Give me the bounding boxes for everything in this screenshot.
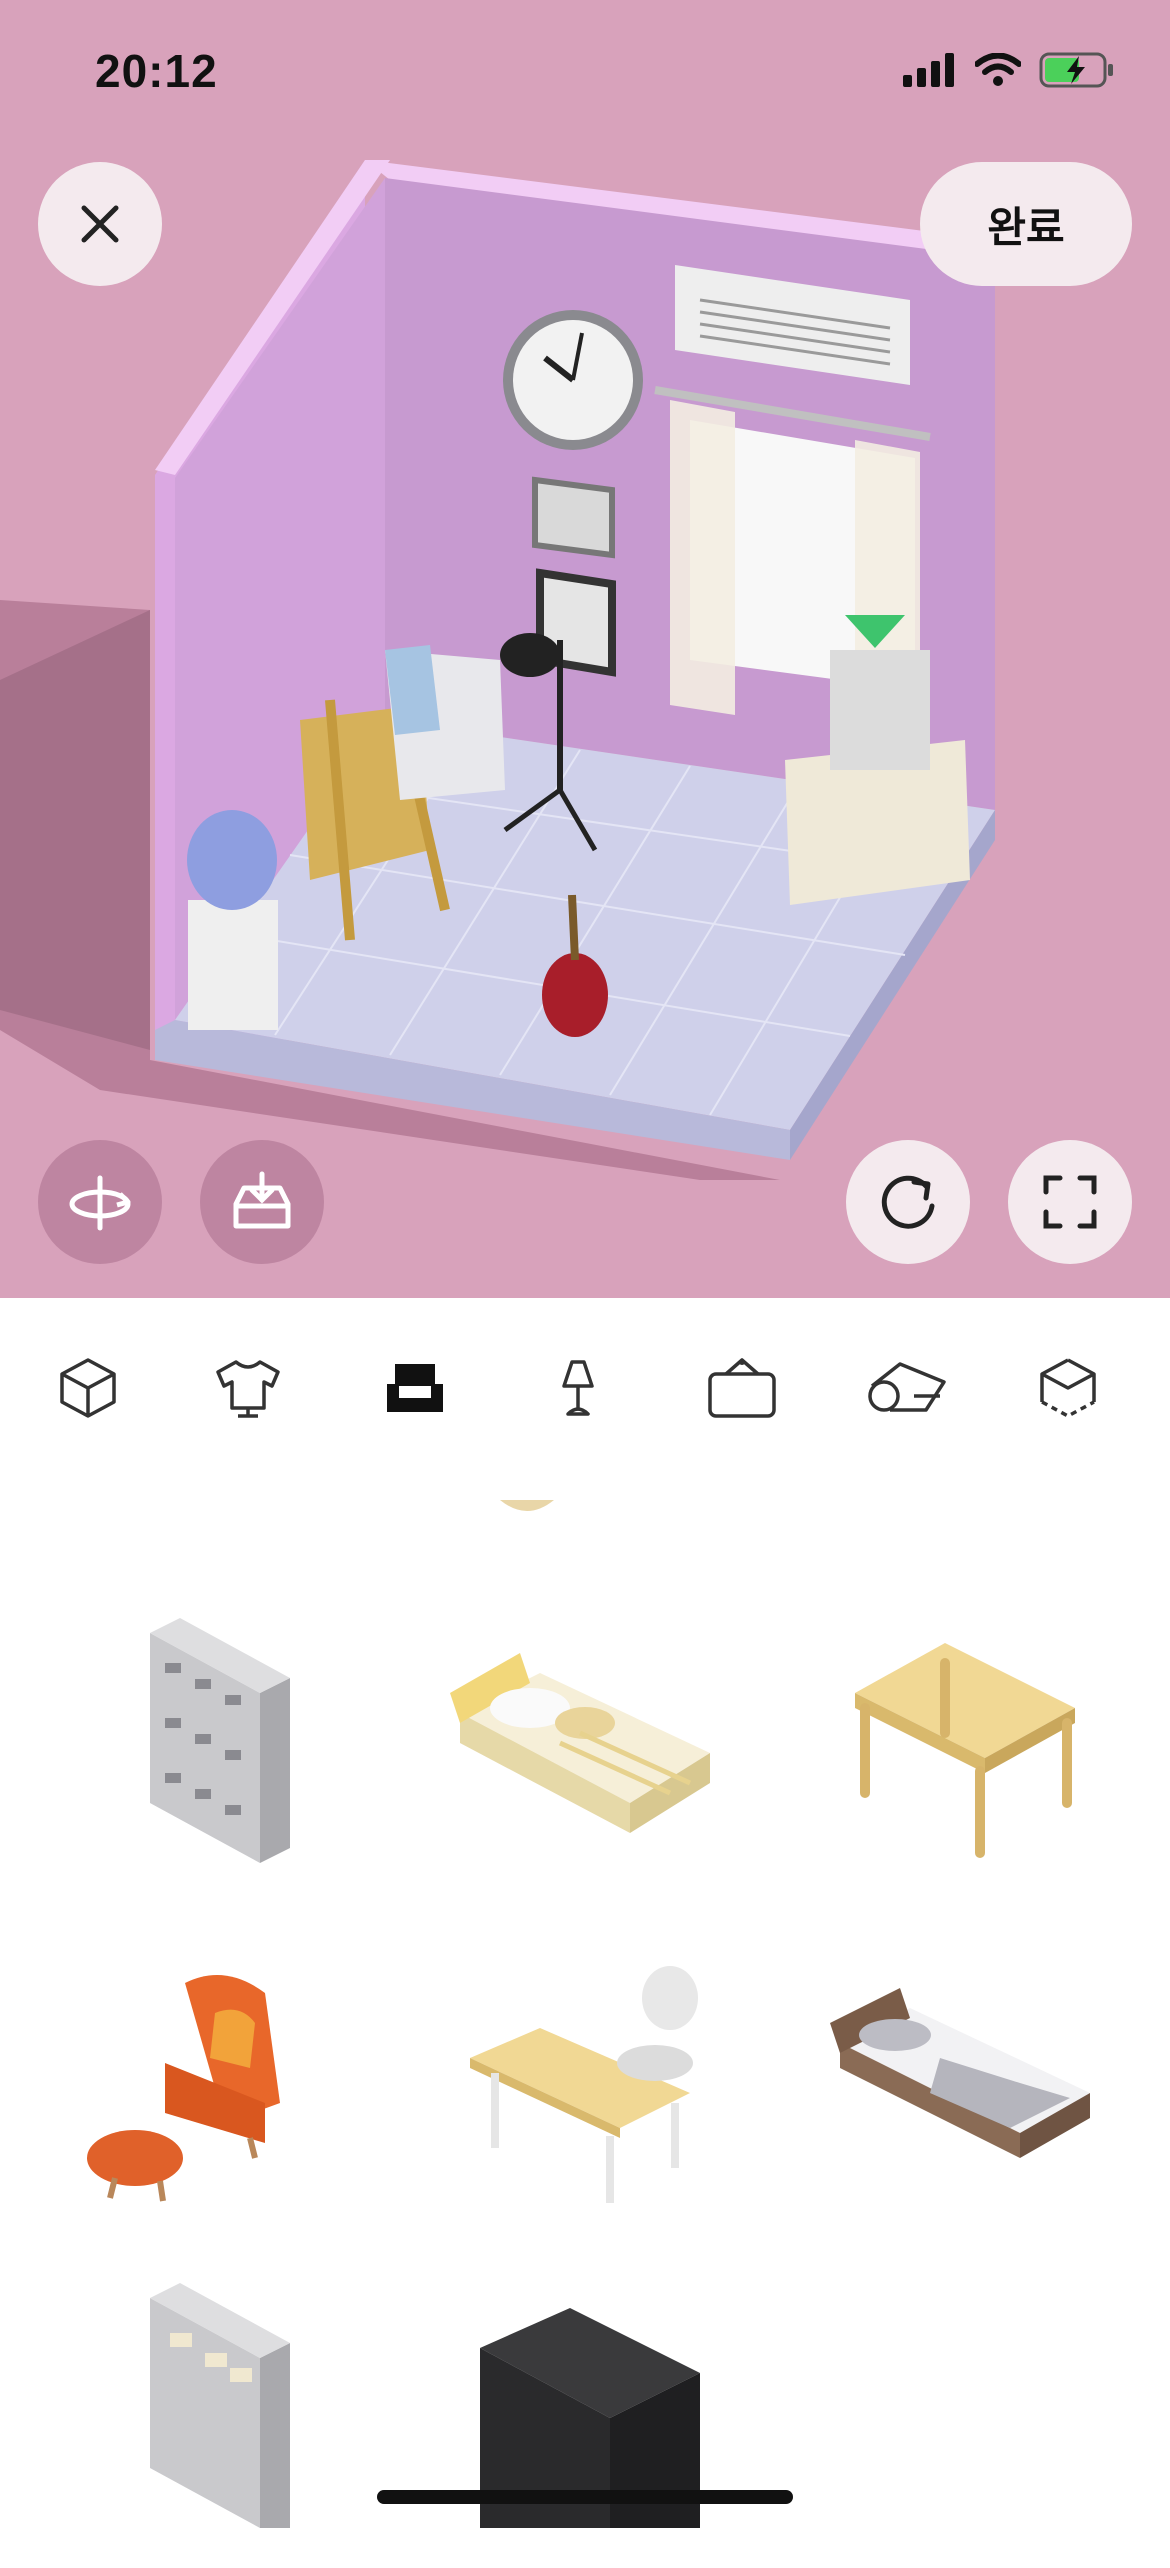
tab-clothing[interactable] xyxy=(198,1338,298,1438)
tab-furniture[interactable] xyxy=(365,1338,465,1438)
room-scene[interactable]: 20:12 완료 xyxy=(0,0,1170,1298)
tab-lighting[interactable] xyxy=(528,1338,628,1438)
home-indicator[interactable] xyxy=(377,2490,793,2504)
battery-charging-icon xyxy=(1039,52,1113,88)
close-button[interactable] xyxy=(38,162,162,286)
refresh-icon xyxy=(881,1175,935,1229)
item-gray-bed[interactable] xyxy=(800,1938,1130,2228)
shirt-icon xyxy=(216,1360,280,1418)
item-filing-cabinet[interactable] xyxy=(45,1598,375,1888)
fullscreen-button[interactable] xyxy=(1008,1140,1132,1264)
item-black-furniture[interactable] xyxy=(420,2278,750,2568)
rug-roll-icon xyxy=(868,1362,946,1412)
category-tabs xyxy=(0,1338,1170,1438)
armchair-icon xyxy=(387,1364,443,1412)
status-time: 20:12 xyxy=(95,45,218,97)
close-icon xyxy=(81,205,119,243)
tab-room[interactable] xyxy=(1018,1338,1118,1438)
room-outline-icon xyxy=(1040,1358,1096,1418)
item-wooden-table[interactable] xyxy=(800,1598,1130,1888)
rotate-view-icon xyxy=(69,1175,131,1231)
lamp-icon xyxy=(562,1360,594,1416)
wifi-icon xyxy=(975,53,1021,86)
item-partial-top[interactable] xyxy=(492,1496,562,1522)
frame-icon xyxy=(708,1358,776,1418)
cube-icon xyxy=(60,1358,116,1418)
signal-icon xyxy=(903,53,954,87)
status-bar: 20:12 xyxy=(0,0,1170,140)
item-shelf-cabinet[interactable] xyxy=(45,2278,375,2568)
item-yellow-bed[interactable] xyxy=(420,1598,750,1888)
item-desk-with-chair[interactable] xyxy=(420,1938,750,2228)
tab-flooring[interactable] xyxy=(856,1338,956,1438)
tab-wall-decor[interactable] xyxy=(692,1338,792,1438)
done-button[interactable]: 완료 xyxy=(920,162,1132,286)
reset-button[interactable] xyxy=(846,1140,970,1264)
save-to-tray-button[interactable] xyxy=(200,1140,324,1264)
item-panel xyxy=(0,1298,1170,2532)
fullscreen-icon xyxy=(1043,1175,1097,1229)
tab-cube[interactable] xyxy=(38,1338,138,1438)
item-orange-armchair-with-ottoman[interactable] xyxy=(45,1938,375,2228)
rotate-view-button[interactable] xyxy=(38,1140,162,1264)
tray-download-icon xyxy=(233,1171,291,1229)
